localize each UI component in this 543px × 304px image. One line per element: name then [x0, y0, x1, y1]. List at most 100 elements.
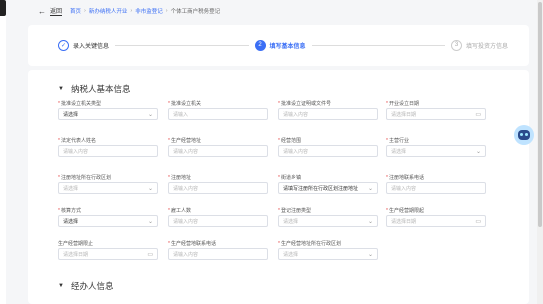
- field-label-text: 法定代表人姓名: [60, 138, 96, 144]
- step-2: 2 填写基本信息: [254, 39, 306, 51]
- form-field: *雇工人数请输入内容: [168, 207, 268, 227]
- field-value: 请输入内容: [391, 185, 417, 192]
- step-2-label: 填写基本信息: [269, 43, 306, 50]
- field-label: *注册地址: [168, 174, 268, 182]
- breadcrumb-item-non-market[interactable]: 非市监登记: [135, 7, 163, 15]
- required-asterisk: *: [58, 208, 60, 214]
- form-field: *核算方式 请选择 ⌄: [58, 207, 158, 227]
- field-value: 请选择日期: [63, 251, 89, 258]
- date-input[interactable]: 请选择日期 ▭: [386, 108, 486, 120]
- field-value: 请输入内容: [173, 185, 199, 192]
- required-asterisk: *: [58, 101, 60, 107]
- form-field: *注册地联系电话请输入内容: [386, 174, 486, 194]
- select-input[interactable]: 请选择 ⌄: [278, 248, 378, 260]
- page: ← 返回 首页 › 新办纳税人开业 › 非市监登记 › 个体工商户税务登记 ✓ …: [28, 0, 529, 304]
- field-value: 请输入内容: [283, 111, 309, 118]
- required-asterisk: *: [168, 101, 170, 107]
- select-input[interactable]: 请选择 ⌄: [58, 182, 158, 194]
- required-asterisk: *: [58, 138, 60, 144]
- form-field: *生产经营地联系电话 请输入内容: [168, 240, 268, 260]
- field-label: *注册地联系电话: [386, 174, 486, 182]
- text-input[interactable]: 请输入内容: [278, 145, 378, 157]
- step-3: 3 填写投资方信息: [451, 39, 508, 51]
- section-taxpayer[interactable]: ▼ 纳税人基本信息: [58, 83, 130, 95]
- section-agent[interactable]: ▼ 经办人信息: [58, 280, 113, 292]
- field-label-text: 核算方式: [60, 208, 81, 214]
- breadcrumb-item-home[interactable]: 首页: [70, 7, 81, 15]
- scrollbar[interactable]: [537, 0, 543, 304]
- field-label: *主营行业: [386, 137, 486, 145]
- field-value: 请选择日期: [391, 111, 417, 118]
- date-input[interactable]: 请选择日期 ▭: [58, 248, 158, 260]
- form-field: *开业设立日期 请选择日期 ▭: [386, 100, 486, 120]
- calendar-icon: ▭: [475, 218, 481, 225]
- section-taxpayer-title: 纳税人基本信息: [70, 84, 131, 94]
- field-label-text: 批准设立证明或文件号: [280, 101, 331, 107]
- step-3-number: 3: [451, 39, 462, 51]
- text-input[interactable]: 请输入内容: [168, 145, 268, 157]
- required-asterisk: *: [278, 101, 280, 107]
- select-input[interactable]: 请填写注册所在行政区划注册地址 ⌄: [278, 182, 378, 194]
- field-label: *注册地址所在行政区划: [58, 174, 158, 182]
- field-label-text: 生产经营期限止: [58, 241, 94, 247]
- text-input[interactable]: 请输入内容: [168, 215, 268, 227]
- field-label-text: 雇工人数: [170, 208, 191, 214]
- chevron-down-icon: ⌄: [367, 218, 373, 225]
- field-value: 请选择: [283, 218, 299, 225]
- step-connector: [311, 44, 445, 46]
- field-value: 请选择: [63, 185, 79, 192]
- breadcrumb-separator: ›: [130, 8, 133, 14]
- form-field: *注册地址请输入内容: [168, 174, 268, 194]
- required-asterisk: *: [168, 208, 170, 214]
- field-value: 请填写注册所在行政区划注册地址: [283, 185, 359, 192]
- breadcrumb-item-new-taxpayer[interactable]: 新办纳税人开业: [89, 7, 128, 15]
- scrollbar-thumb[interactable]: [538, 2, 542, 227]
- form-field: *批准设立机关 请输入: [168, 100, 268, 120]
- check-circle-icon: ✓: [58, 39, 69, 51]
- breadcrumb-separator: ›: [165, 8, 168, 14]
- form-field: 生产经营期限止 请选择日期 ▭: [58, 240, 158, 260]
- field-value: 请选择: [63, 218, 79, 225]
- section-agent-title: 经办人信息: [70, 281, 114, 291]
- text-input[interactable]: 请输入: [168, 108, 268, 120]
- field-label: *批准设立机关类型: [58, 100, 158, 108]
- text-input[interactable]: 请输入内容: [168, 248, 268, 260]
- chevron-down-icon: ⌄: [147, 185, 153, 192]
- field-label-text: 生产经营地联系电话: [170, 241, 216, 247]
- field-value: 请输入内容: [173, 218, 199, 225]
- select-input[interactable]: 请选择 ⌄: [278, 215, 378, 227]
- assistant-robot-icon[interactable]: [514, 125, 534, 145]
- field-label: 生产经营期限止: [58, 240, 158, 248]
- field-label: *街道乡镇: [278, 174, 378, 182]
- form-field: *经营范围 请输入内容: [278, 137, 378, 157]
- form-field: *登记注册类型 请选择 ⌄: [278, 207, 378, 227]
- required-asterisk: *: [58, 175, 60, 181]
- field-label: *生产经营期限起: [386, 207, 486, 215]
- text-input[interactable]: 请输入内容: [386, 182, 486, 194]
- required-asterisk: *: [168, 241, 170, 247]
- select-input[interactable]: 请选择 ⌄: [386, 145, 486, 157]
- field-label-text: 批准设立机关: [170, 101, 201, 107]
- field-label: *核算方式: [58, 207, 158, 215]
- select-input[interactable]: 请选择 ⌄: [58, 108, 158, 120]
- step-1: ✓ 录入关键信息: [58, 39, 109, 51]
- chevron-down-icon: ⌄: [367, 251, 373, 258]
- field-label: *生产经营地联系电话: [168, 240, 268, 248]
- form-field: *生产经营地址所在行政区划 请选择 ⌄: [278, 240, 378, 260]
- text-input[interactable]: 请输入内容: [168, 182, 268, 194]
- chevron-down-icon: ⌄: [367, 185, 373, 192]
- field-value: 请选择: [63, 111, 79, 118]
- required-asterisk: *: [278, 241, 280, 247]
- field-value: 请选择: [283, 251, 299, 258]
- select-input[interactable]: 请选择 ⌄: [58, 215, 158, 227]
- text-input[interactable]: 请输入内容: [278, 108, 378, 120]
- date-input[interactable]: 请选择日期 ▭: [386, 215, 486, 227]
- required-asterisk: *: [386, 175, 388, 181]
- field-label-text: 经营范围: [280, 138, 301, 144]
- field-value: 请输入内容: [173, 251, 199, 258]
- text-input[interactable]: 请输入内容: [58, 145, 158, 157]
- steps-card: ✓ 录入关键信息 2 填写基本信息 3 填写投资方信息: [28, 25, 529, 66]
- form-field: *注册地址所在行政区划请选择 ⌄: [58, 174, 158, 194]
- back-button[interactable]: ← 返回: [38, 6, 63, 16]
- field-value: 请输入内容: [63, 148, 89, 155]
